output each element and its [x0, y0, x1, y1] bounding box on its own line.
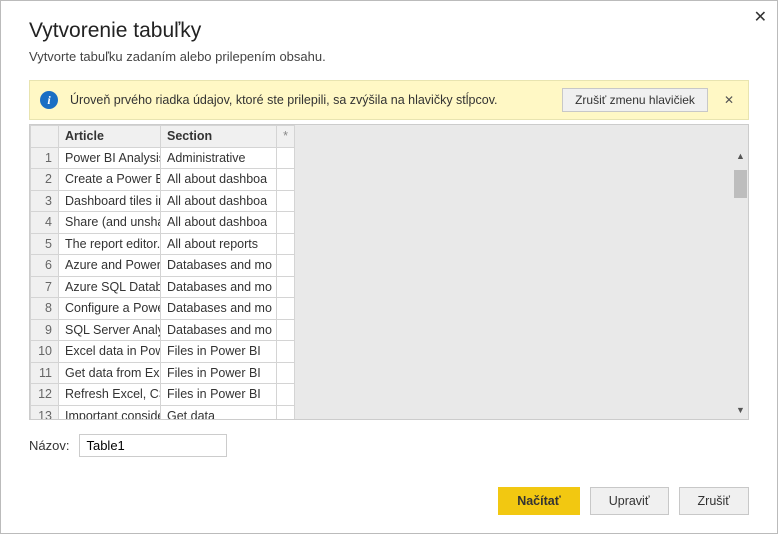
info-close-icon[interactable]: ✕ [720, 93, 738, 107]
dialog-footer: Načítať Upraviť Zrušiť [498, 487, 749, 515]
scroll-thumb[interactable] [734, 170, 747, 198]
cell-article[interactable]: Power BI Analysis [59, 147, 161, 169]
cell-article[interactable]: Azure SQL Databa [59, 276, 161, 298]
table-row[interactable]: 12Refresh Excel, CSVFiles in Power BI [31, 384, 295, 406]
cell-section[interactable]: All about reports [161, 233, 277, 255]
add-column-icon[interactable]: * [277, 126, 295, 148]
cell-empty [277, 362, 295, 384]
cell-article[interactable]: SQL Server Analys [59, 319, 161, 341]
scroll-down-icon[interactable]: ▼ [733, 401, 748, 419]
cell-section[interactable]: Get data [161, 405, 277, 420]
scrollbar[interactable]: ▲ ▼ [733, 125, 748, 419]
row-number: 10 [31, 341, 59, 363]
cell-section[interactable]: All about dashboa [161, 190, 277, 212]
column-header-article[interactable]: Article [59, 126, 161, 148]
dialog-title: Vytvorenie tabuľky [29, 19, 749, 43]
table-row[interactable]: 8Configure a PowerDatabases and mo [31, 298, 295, 320]
table-row[interactable]: 4Share (and unsharAll about dashboa [31, 212, 295, 234]
cell-section[interactable]: All about dashboa [161, 169, 277, 191]
cell-empty [277, 147, 295, 169]
cell-article[interactable]: Refresh Excel, CSV [59, 384, 161, 406]
table-name-input[interactable] [79, 434, 227, 457]
row-number: 4 [31, 212, 59, 234]
cell-empty [277, 405, 295, 420]
cell-empty [277, 384, 295, 406]
table-row[interactable]: 1Power BI AnalysisAdministrative [31, 147, 295, 169]
cell-article[interactable]: Excel data in Powe [59, 341, 161, 363]
cell-article[interactable]: Azure and Power B [59, 255, 161, 277]
row-number: 6 [31, 255, 59, 277]
cell-article[interactable]: Configure a Power [59, 298, 161, 320]
cell-section[interactable]: Administrative [161, 147, 277, 169]
cell-section[interactable]: Files in Power BI [161, 384, 277, 406]
close-icon[interactable]: ✕ [754, 7, 767, 27]
table-row[interactable]: 2Create a Power BIAll about dashboa [31, 169, 295, 191]
row-number: 5 [31, 233, 59, 255]
cell-section[interactable]: Databases and mo [161, 276, 277, 298]
cell-article[interactable]: Share (and unshar [59, 212, 161, 234]
cancel-button[interactable]: Zrušiť [679, 487, 749, 515]
rownum-header [31, 126, 59, 148]
dialog-subtitle: Vytvorte tabuľku zadaním alebo prilepení… [29, 49, 749, 64]
cell-section[interactable]: All about dashboa [161, 212, 277, 234]
scroll-up-icon[interactable]: ▲ [733, 147, 748, 165]
row-number: 3 [31, 190, 59, 212]
cell-empty [277, 298, 295, 320]
row-number: 12 [31, 384, 59, 406]
grid-empty-area: ▲ ▼ [295, 125, 748, 419]
cell-article[interactable]: Get data from Exce [59, 362, 161, 384]
load-button[interactable]: Načítať [498, 487, 580, 515]
row-number: 2 [31, 169, 59, 191]
table-row[interactable]: 6Azure and Power BDatabases and mo [31, 255, 295, 277]
cell-section[interactable]: Databases and mo [161, 298, 277, 320]
table-row[interactable]: 11Get data from ExceFiles in Power BI [31, 362, 295, 384]
info-bar: i Úroveň prvého riadka údajov, ktoré ste… [29, 80, 749, 120]
row-number: 1 [31, 147, 59, 169]
undo-headers-button[interactable]: Zrušiť zmenu hlavičiek [562, 88, 708, 112]
cell-article[interactable]: Dashboard tiles in [59, 190, 161, 212]
row-number: 13 [31, 405, 59, 420]
cell-empty [277, 190, 295, 212]
cell-section[interactable]: Databases and mo [161, 255, 277, 277]
cell-empty [277, 169, 295, 191]
row-number: 11 [31, 362, 59, 384]
cell-empty [277, 212, 295, 234]
table-row[interactable]: 5The report editor..All about reports [31, 233, 295, 255]
data-grid[interactable]: Article Section * 1Power BI AnalysisAdmi… [29, 124, 749, 420]
cell-empty [277, 319, 295, 341]
row-number: 9 [31, 319, 59, 341]
info-message: Úroveň prvého riadka údajov, ktoré ste p… [70, 93, 550, 107]
table-row[interactable]: 3Dashboard tiles inAll about dashboa [31, 190, 295, 212]
cell-empty [277, 276, 295, 298]
table-row[interactable]: 13Important consideGet data [31, 405, 295, 420]
create-table-dialog: ✕ Vytvorenie tabuľky Vytvorte tabuľku za… [0, 0, 778, 534]
cell-empty [277, 341, 295, 363]
row-number: 7 [31, 276, 59, 298]
name-label: Názov: [29, 438, 69, 453]
table-row[interactable]: 7Azure SQL DatabaDatabases and mo [31, 276, 295, 298]
info-icon: i [40, 91, 58, 109]
cell-section[interactable]: Databases and mo [161, 319, 277, 341]
table-row[interactable]: 10Excel data in PoweFiles in Power BI [31, 341, 295, 363]
cell-empty [277, 233, 295, 255]
cell-article[interactable]: Important conside [59, 405, 161, 420]
edit-button[interactable]: Upraviť [590, 487, 669, 515]
cell-section[interactable]: Files in Power BI [161, 362, 277, 384]
cell-article[interactable]: The report editor.. [59, 233, 161, 255]
cell-section[interactable]: Files in Power BI [161, 341, 277, 363]
name-row: Názov: [29, 434, 749, 457]
column-header-section[interactable]: Section [161, 126, 277, 148]
table-row[interactable]: 9SQL Server AnalysDatabases and mo [31, 319, 295, 341]
cell-article[interactable]: Create a Power BI [59, 169, 161, 191]
row-number: 8 [31, 298, 59, 320]
cell-empty [277, 255, 295, 277]
